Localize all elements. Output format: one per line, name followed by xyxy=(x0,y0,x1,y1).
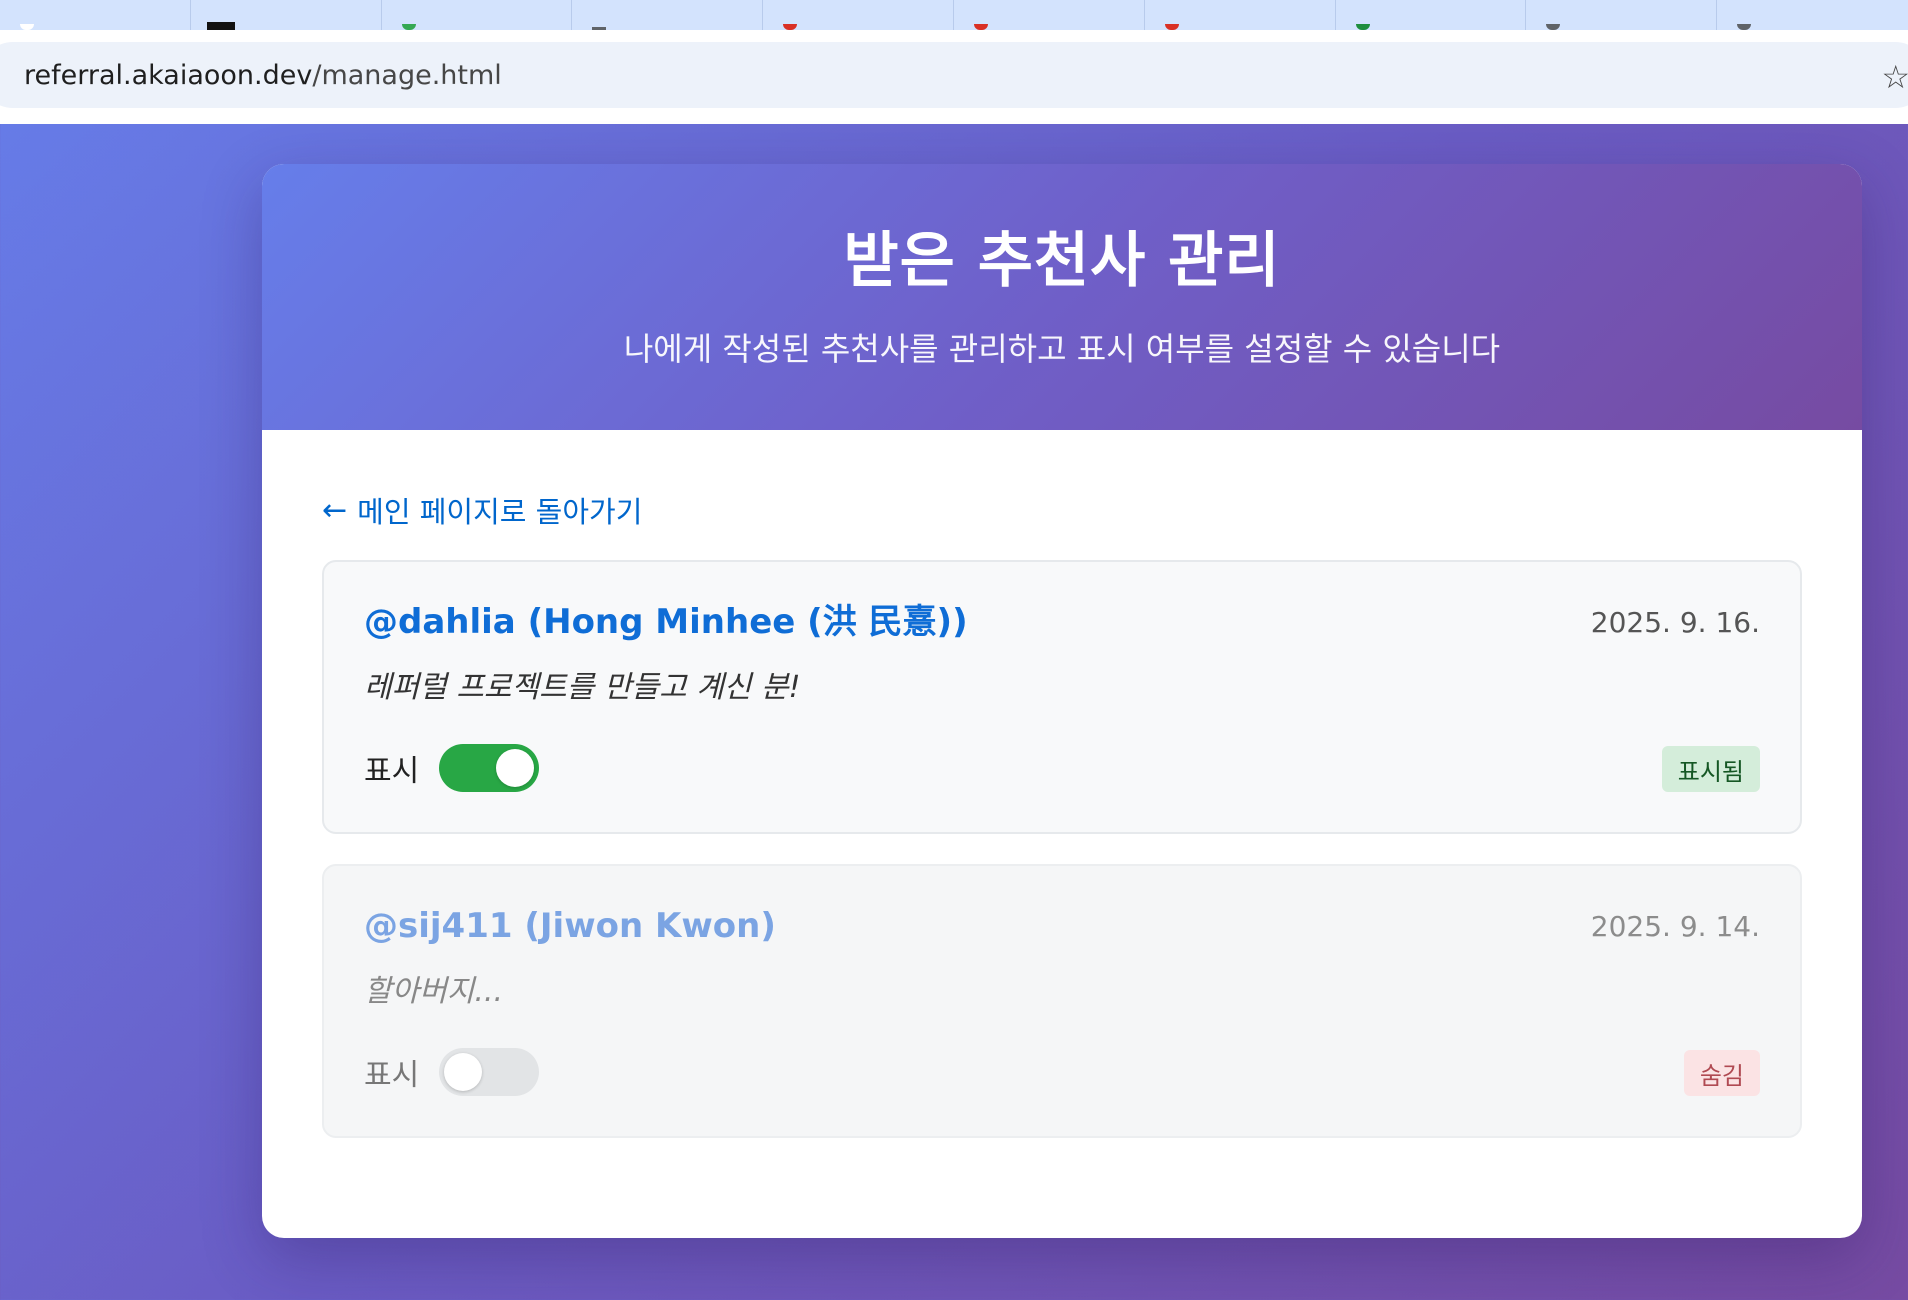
referral-list: @dahlia (Hong Minhee (洪 民憙)) 2025. 9. 16… xyxy=(322,560,1802,1138)
browser-tab[interactable] xyxy=(572,0,764,30)
toggle-knob xyxy=(444,1053,483,1091)
bookmark-star-icon[interactable]: ☆ xyxy=(1881,58,1908,96)
referral-item: @sij411 (Jiwon Kwon) 2025. 9. 14. 할아버지..… xyxy=(322,864,1802,1138)
back-to-main-link[interactable]: ← 메인 페이지로 돌아가기 xyxy=(322,490,642,530)
browser-tab[interactable] xyxy=(763,0,954,30)
tab-favicon-icon xyxy=(206,22,235,30)
referral-author[interactable]: @dahlia (Hong Minhee (洪 民憙)) xyxy=(364,600,1760,644)
browser-tab[interactable] xyxy=(191,0,382,30)
card-body: ← 메인 페이지로 돌아가기 @dahlia (Hong Minhee (洪 民… xyxy=(262,430,1862,1138)
referral-message: 할아버지... xyxy=(364,974,504,1009)
back-link-label: 메인 페이지로 돌아가기 xyxy=(357,495,643,529)
referral-date: 2025. 9. 14. xyxy=(1590,910,1760,943)
browser-tab[interactable] xyxy=(1717,0,1908,30)
status-badge: 숨김 xyxy=(1683,1050,1760,1096)
page-subtitle: 나에게 작성된 추천사를 관리하고 표시 여부를 설정할 수 있습니다 xyxy=(623,330,1501,368)
referral-date: 2025. 9. 16. xyxy=(1590,606,1760,639)
referral-message: 레퍼럴 프로젝트를 만들고 계신 분! xyxy=(364,670,801,705)
card-header: 받은 추천사 관리 나에게 작성된 추천사를 관리하고 표시 여부를 설정할 수… xyxy=(262,164,1862,430)
visibility-toggle-label: 표시 xyxy=(364,754,420,789)
address-bar[interactable]: referral.akaiaoon.dev/manage.html ☆ xyxy=(0,42,1908,108)
browser-tab[interactable] xyxy=(382,0,573,30)
referral-item: @dahlia (Hong Minhee (洪 民憙)) 2025. 9. 16… xyxy=(322,560,1802,834)
page-title: 받은 추천사 관리 xyxy=(843,226,1281,296)
referral-author[interactable]: @sij411 (Jiwon Kwon) xyxy=(364,904,1760,948)
arrow-left-icon: ← xyxy=(322,492,348,528)
manage-card: 받은 추천사 관리 나에게 작성된 추천사를 관리하고 표시 여부를 설정할 수… xyxy=(262,164,1862,1238)
browser-tab[interactable] xyxy=(0,0,191,30)
visibility-toggle[interactable] xyxy=(439,1048,540,1096)
browser-toolbar: referral.akaiaoon.dev/manage.html ☆ xyxy=(0,30,1908,124)
browser-tab[interactable] xyxy=(1336,0,1527,30)
status-badge: 표시됨 xyxy=(1661,746,1760,792)
browser-tab[interactable] xyxy=(1526,0,1718,30)
visibility-toggle-label: 표시 xyxy=(364,1058,420,1093)
toggle-knob xyxy=(496,749,535,787)
visibility-toggle[interactable] xyxy=(439,744,540,792)
browser-tab[interactable] xyxy=(1145,0,1336,30)
visibility-controls: 표시 xyxy=(364,1048,540,1096)
url-path: /manage.html xyxy=(312,59,502,91)
url-host: referral.akaiaoon.dev xyxy=(24,59,313,91)
browser-tab[interactable] xyxy=(954,0,1145,30)
visibility-controls: 표시 xyxy=(364,744,540,792)
browser-tab-strip xyxy=(0,0,1908,30)
